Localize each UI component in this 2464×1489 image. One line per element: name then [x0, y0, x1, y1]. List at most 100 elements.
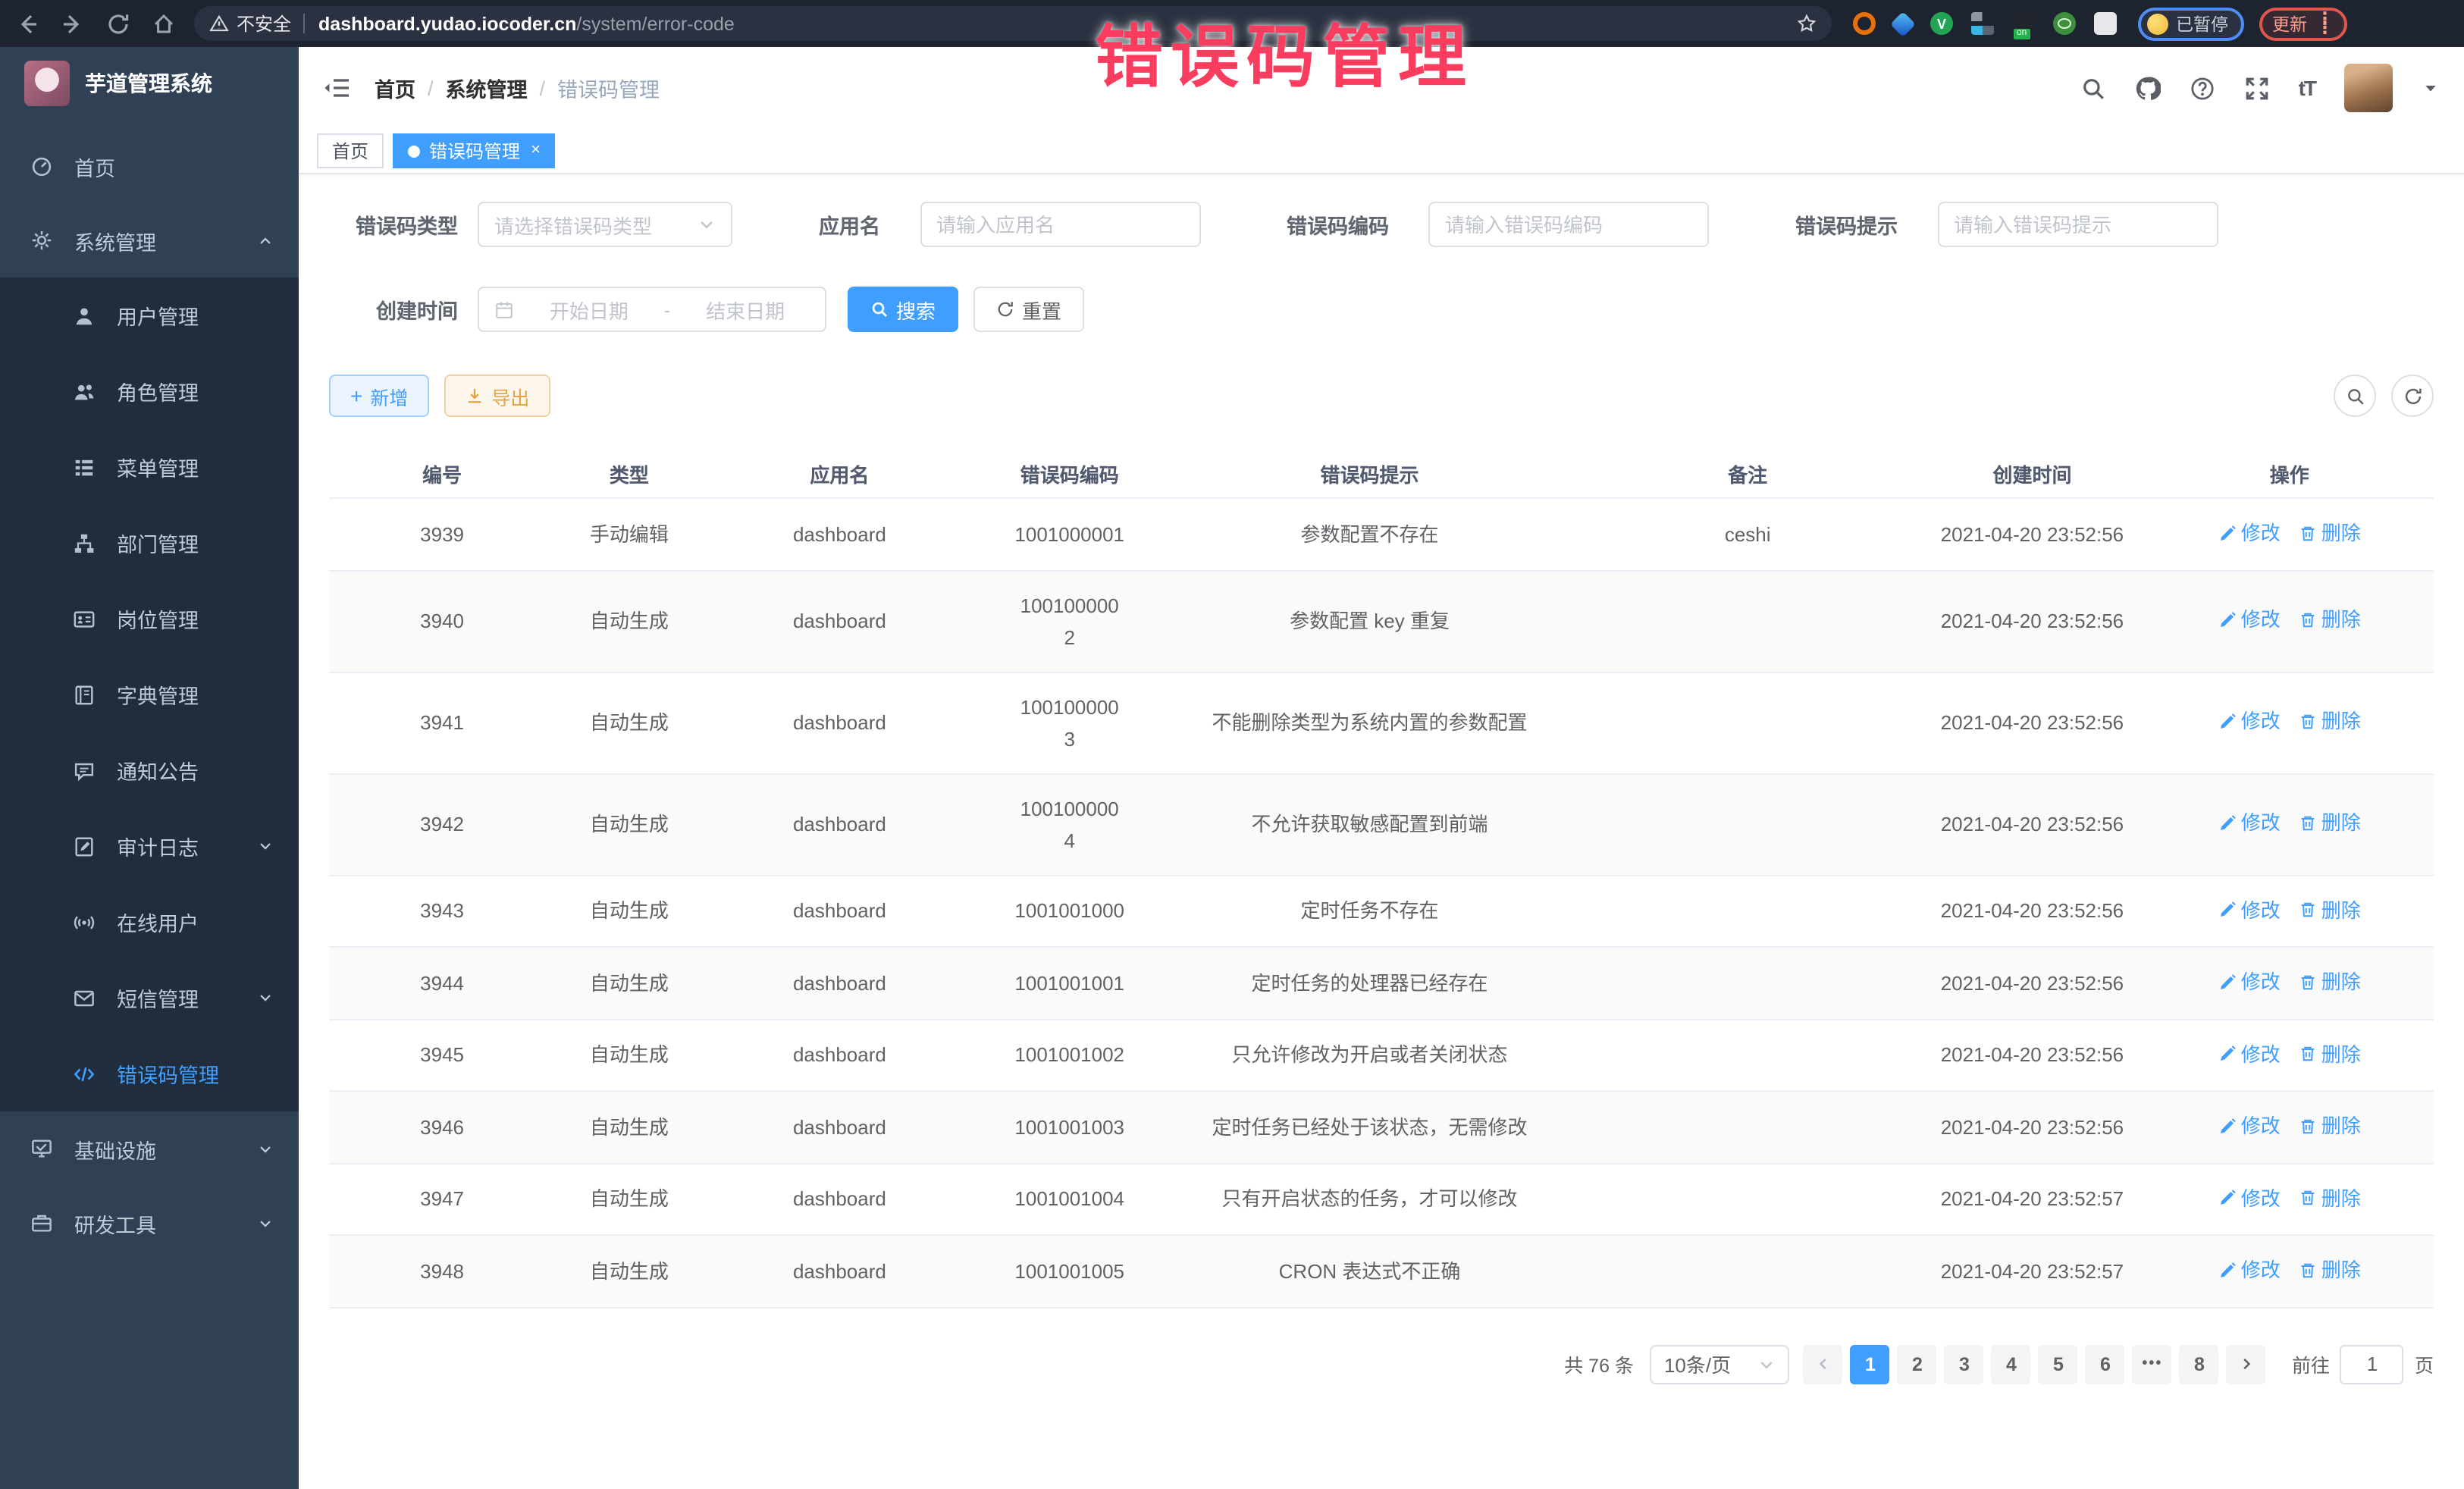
extension-icon[interactable]: [1890, 11, 1916, 36]
page-button[interactable]: 8: [2180, 1344, 2219, 1384]
delete-link[interactable]: 删除: [2299, 894, 2361, 926]
caret-down-icon[interactable]: [2422, 79, 2440, 97]
edit-link[interactable]: 修改: [2218, 894, 2281, 926]
breadcrumb-item[interactable]: 系统管理: [446, 73, 528, 103]
sidebar-item-menu[interactable]: 菜单管理: [0, 429, 299, 505]
font-size-icon[interactable]: tT: [2299, 76, 2315, 100]
edit-link[interactable]: 修改: [2218, 966, 2281, 998]
edit-link[interactable]: 修改: [2218, 807, 2281, 839]
edit-link[interactable]: 修改: [2218, 706, 2281, 738]
extensions-puzzle-icon[interactable]: [2094, 12, 2117, 35]
extension-icon[interactable]: [1853, 12, 1876, 35]
page-button[interactable]: 5: [2039, 1344, 2078, 1384]
sidebar-item-error-code[interactable]: 错误码管理: [0, 1036, 299, 1111]
delete-link[interactable]: 删除: [2299, 604, 2361, 636]
help-icon[interactable]: [2190, 75, 2215, 101]
bookmark-star-icon[interactable]: [1797, 14, 1817, 33]
search-button[interactable]: 搜索: [848, 287, 958, 332]
extension-icon[interactable]: [2012, 12, 2035, 35]
delete-link[interactable]: 删除: [2299, 1254, 2361, 1286]
user-avatar[interactable]: [2344, 64, 2393, 112]
sidebar-item-sms[interactable]: 短信管理: [0, 960, 299, 1036]
extension-icon[interactable]: V: [1930, 12, 1953, 35]
tag-active[interactable]: 错误码管理×: [393, 133, 556, 168]
breadcrumb: 首页/系统管理/错误码管理: [375, 73, 660, 103]
breadcrumb-item[interactable]: 首页: [375, 73, 415, 103]
error-type-select[interactable]: 请选择错误码类型: [478, 202, 732, 247]
page-button[interactable]: 1: [1851, 1344, 1890, 1384]
page-button[interactable]: 3: [1945, 1344, 1984, 1384]
search-icon[interactable]: [2080, 75, 2106, 101]
table-row: 3946自动生成dashboard1001001003定时任务已经处于该状态，无…: [329, 1091, 2434, 1163]
sidebar-item-dept[interactable]: 部门管理: [0, 505, 299, 581]
sidebar-item-role[interactable]: 角色管理: [0, 353, 299, 429]
date-start-placeholder: 开始日期: [525, 295, 654, 324]
edit-label: 修改: [2241, 604, 2281, 636]
error-code-table: 编号类型应用名错误码编码错误码提示备注创建时间操作3939手动编辑dashboa…: [329, 450, 2434, 1308]
refresh-table-button[interactable]: [2391, 375, 2434, 417]
sidebar-item-infra[interactable]: 基础设施: [0, 1111, 299, 1186]
home-icon[interactable]: [152, 11, 176, 36]
app-name-input[interactable]: [920, 202, 1200, 247]
goto-page-input[interactable]: [2340, 1344, 2404, 1384]
error-msg-input[interactable]: [1937, 202, 2218, 247]
extensions-row: V: [1853, 12, 2117, 35]
edit-link[interactable]: 修改: [2218, 1110, 2281, 1142]
next-page-button[interactable]: [2227, 1344, 2266, 1384]
github-icon[interactable]: [2135, 75, 2161, 101]
delete-link[interactable]: 删除: [2299, 807, 2361, 839]
sidebar-item-devtool[interactable]: 研发工具: [0, 1186, 299, 1260]
tag-item[interactable]: 首页: [317, 133, 384, 168]
extension-icon[interactable]: [1971, 12, 1994, 35]
delete-link[interactable]: 删除: [2299, 1038, 2361, 1070]
table-row: 3941自动生成dashboard100100000 3不能删除类型为系统内置的…: [329, 672, 2434, 773]
edit-link[interactable]: 修改: [2218, 1254, 2281, 1286]
delete-link[interactable]: 删除: [2299, 706, 2361, 738]
toggle-search-button[interactable]: [2334, 375, 2376, 417]
fullscreen-icon[interactable]: [2244, 75, 2270, 101]
page-button[interactable]: 2: [1898, 1344, 1937, 1384]
delete-link[interactable]: 删除: [2299, 517, 2361, 549]
sidebar-logo[interactable]: 芋道管理系统: [0, 47, 299, 120]
page-button[interactable]: 6: [2086, 1344, 2125, 1384]
reset-button[interactable]: 重置: [973, 287, 1084, 332]
extension-icon[interactable]: [2053, 12, 2076, 35]
address-bar[interactable]: 不安全 dashboard.yudao.iocoder.cn /system/e…: [194, 6, 1832, 41]
browser-menu-icon[interactable]: ⋮⋮: [2316, 14, 2334, 33]
browser-update-chip[interactable]: 更新 ⋮⋮: [2259, 7, 2347, 40]
cell-actions: 修改删除: [2146, 875, 2434, 947]
cell-id: 3942: [329, 773, 555, 875]
more-pages-button[interactable]: •••: [2133, 1344, 2172, 1384]
delete-link[interactable]: 删除: [2299, 1110, 2361, 1142]
delete-icon: [2299, 1261, 2317, 1279]
sidebar-item-user[interactable]: 用户管理: [0, 277, 299, 353]
forward-icon[interactable]: [61, 11, 85, 36]
edit-link[interactable]: 修改: [2218, 1038, 2281, 1070]
sidebar-item-audit[interactable]: 审计日志: [0, 808, 299, 884]
export-button[interactable]: 导出: [444, 375, 550, 417]
edit-link[interactable]: 修改: [2218, 517, 2281, 549]
sidebar-item-home[interactable]: 首页: [0, 129, 299, 203]
back-icon[interactable]: [15, 11, 39, 36]
page-button[interactable]: 4: [1992, 1344, 2031, 1384]
create-time-range-picker[interactable]: 开始日期 - 结束日期: [478, 287, 826, 332]
sidebar-item-online[interactable]: 在线用户: [0, 884, 299, 960]
sidebar-item-post[interactable]: 岗位管理: [0, 581, 299, 657]
cell-code: 1001001005: [976, 1235, 1163, 1307]
add-button[interactable]: + 新增: [329, 375, 429, 417]
reload-icon[interactable]: [106, 11, 130, 36]
prev-page-button[interactable]: [1804, 1344, 1843, 1384]
error-code-input[interactable]: [1428, 202, 1709, 247]
sidebar-item-system[interactable]: 系统管理: [0, 203, 299, 277]
sidebar-item-notice[interactable]: 通知公告: [0, 732, 299, 808]
sidebar-item-dict[interactable]: 字典管理: [0, 657, 299, 732]
hamburger-icon[interactable]: [323, 76, 350, 100]
browser-profile-chip[interactable]: 已暂停: [2138, 7, 2243, 40]
delete-link[interactable]: 删除: [2299, 966, 2361, 998]
page-size-select[interactable]: 10条/页: [1651, 1344, 1790, 1384]
edit-link[interactable]: 修改: [2218, 1182, 2281, 1214]
edit-link[interactable]: 修改: [2218, 604, 2281, 636]
delete-link[interactable]: 删除: [2299, 1182, 2361, 1214]
divider: [303, 14, 305, 33]
close-icon[interactable]: ×: [531, 143, 541, 159]
